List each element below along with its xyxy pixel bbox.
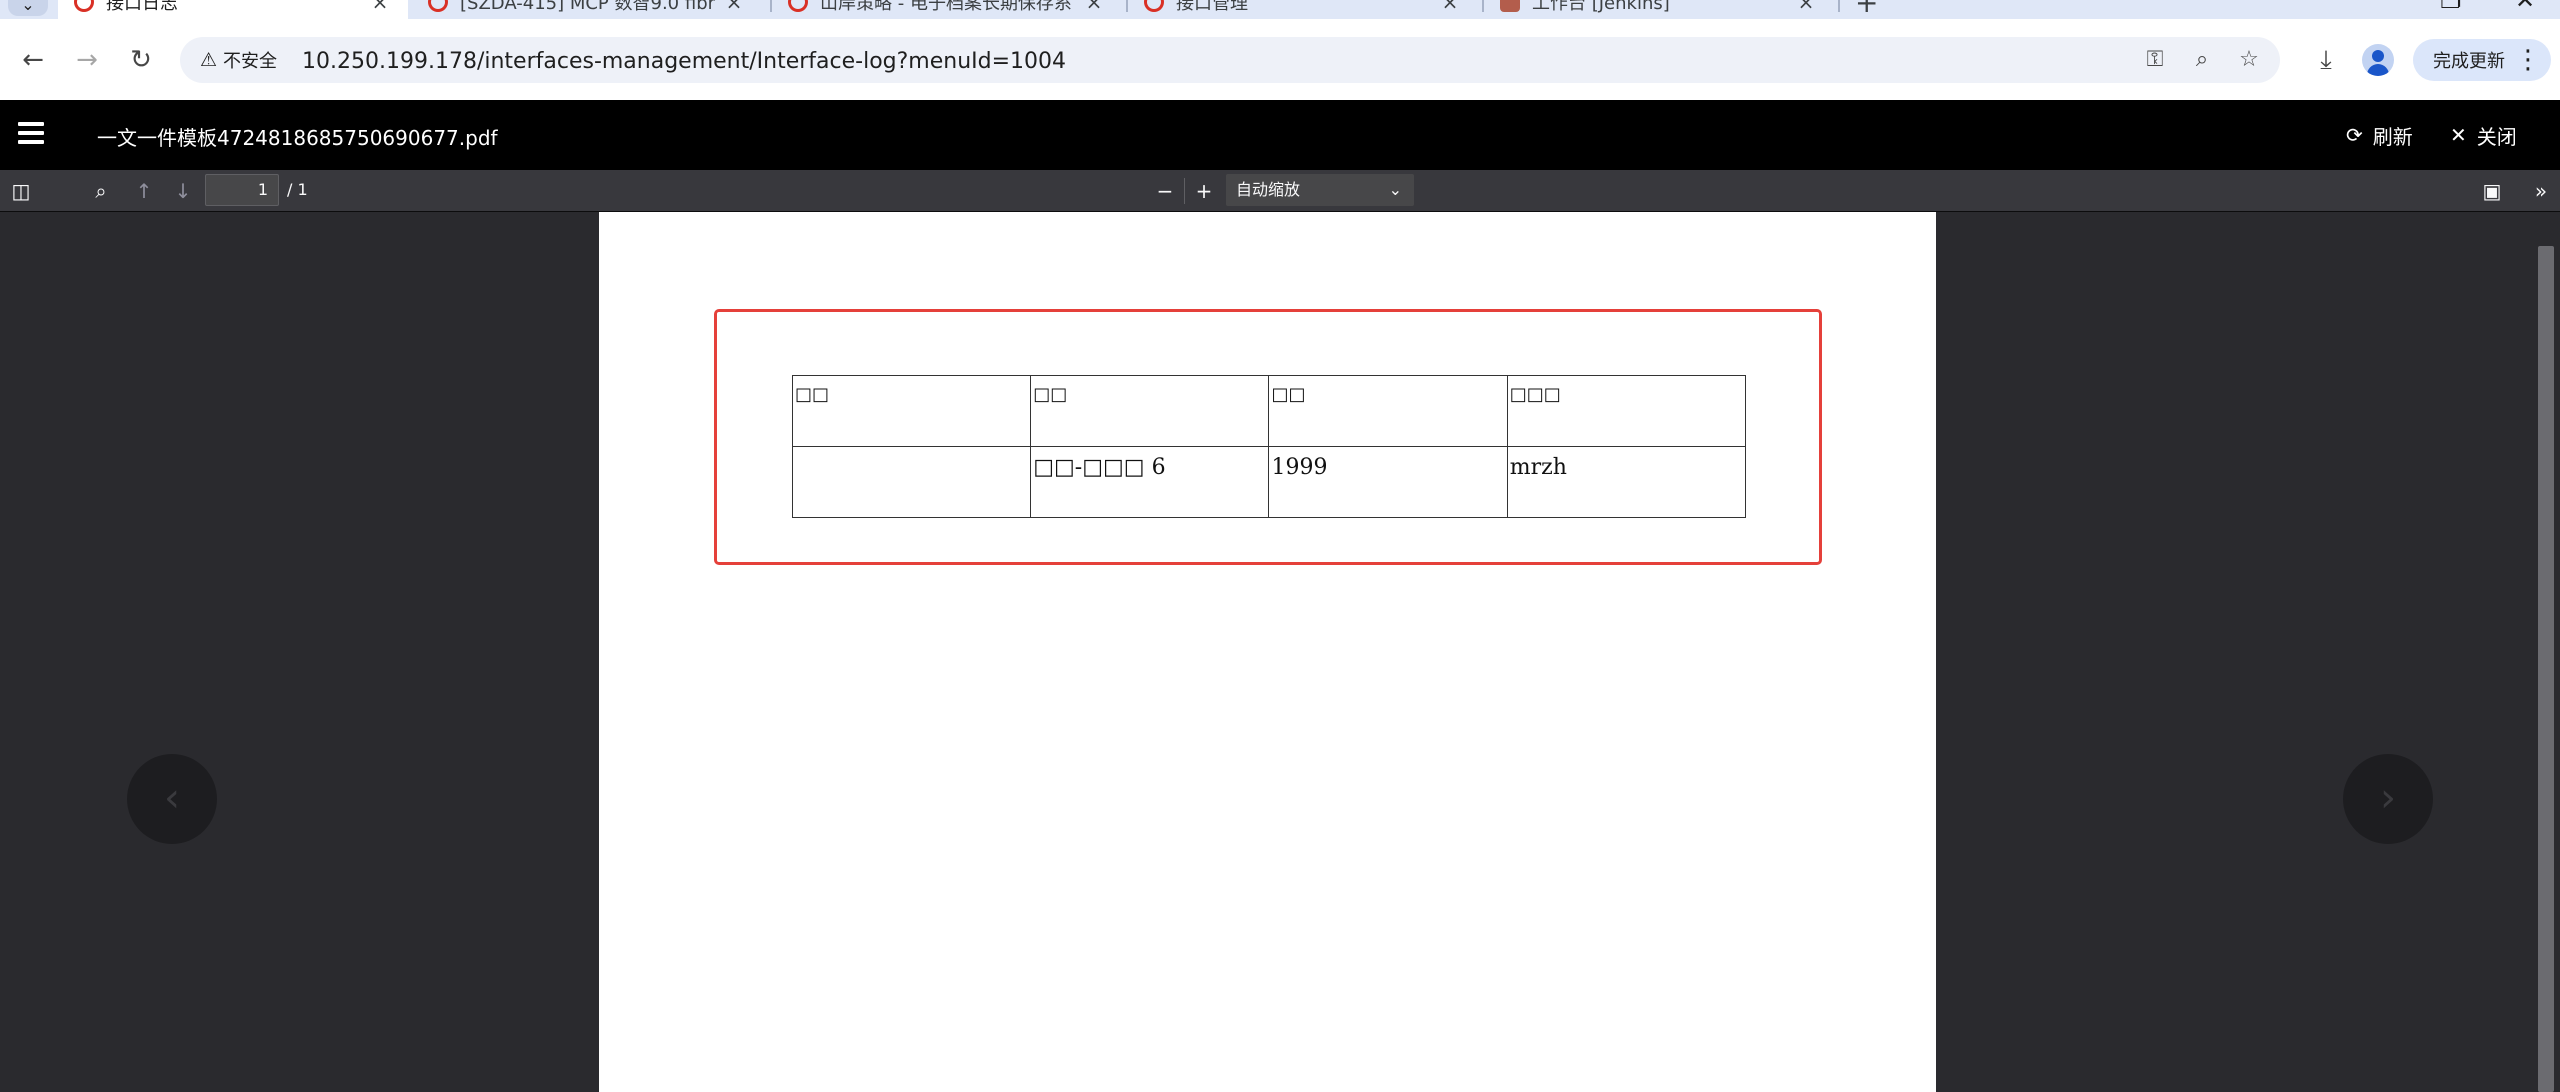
tab-title: 山岸策略 - 电子档案长期保存系 bbox=[820, 0, 1072, 14]
close-icon: ✕ bbox=[2450, 123, 2467, 147]
next-page-icon[interactable]: ↓ bbox=[168, 176, 198, 206]
zoom-out-icon[interactable]: − bbox=[1150, 176, 1180, 206]
tab-title: 接口日志 bbox=[106, 0, 178, 14]
security-indicator[interactable]: ⚠ 不安全 bbox=[194, 46, 283, 74]
tools-menu-icon[interactable]: » bbox=[2526, 176, 2556, 206]
page-total: / 1 bbox=[287, 180, 308, 199]
page-number-input[interactable]: 1 bbox=[205, 174, 279, 206]
pdf-table: □□ □□ □□ □□□ □□-□□□ 6 1999 mrzh bbox=[791, 375, 1747, 518]
previous-page-icon[interactable]: ↑ bbox=[129, 176, 159, 206]
preview-header: 一文一件模板4724818685750690677.pdf ⟳ 刷新 ✕ 关闭 bbox=[0, 100, 2560, 170]
pdf-toolbar: ◫ ⌕ ↑ ↓ 1 / 1 − + 自动缩放 ⌄ ▣ » bbox=[0, 170, 2560, 212]
next-file-arrow-icon[interactable]: › bbox=[2343, 754, 2433, 844]
tab-favicon-icon bbox=[74, 0, 94, 12]
table-cell: □□ bbox=[1268, 375, 1508, 447]
pdf-page: □□ □□ □□ □□□ □□-□□□ 6 1999 mrzh bbox=[599, 212, 1936, 1092]
presentation-mode-icon[interactable]: ▣ bbox=[2477, 176, 2507, 206]
table-cell: □□ bbox=[791, 375, 1032, 447]
scrollbar-thumb[interactable] bbox=[2538, 246, 2554, 1092]
bookmark-star-icon[interactable]: ☆ bbox=[2234, 45, 2264, 75]
chevron-down-icon: ⌄ bbox=[1388, 180, 1402, 199]
browser-tab-interface-log[interactable]: 接口日志 × bbox=[58, 0, 408, 19]
reload-icon[interactable]: ↻ bbox=[122, 41, 160, 79]
update-label: 完成更新 bbox=[2433, 51, 2505, 72]
refresh-icon: ⟳ bbox=[2346, 123, 2363, 147]
back-arrow-icon[interactable]: ← bbox=[14, 41, 52, 79]
tab-title: 工作台 [Jenkins] bbox=[1532, 0, 1670, 14]
refresh-button[interactable]: ⟳ 刷新 bbox=[2346, 120, 2413, 150]
browser-toolbar: ← → ↻ ⚠ 不安全 10.250.199.178/interfaces-ma… bbox=[0, 19, 2560, 100]
document-title: 一文一件模板4724818685750690677.pdf bbox=[97, 126, 498, 150]
table-cell: 1999 bbox=[1268, 446, 1508, 518]
previous-file-arrow-icon[interactable]: ‹ bbox=[127, 754, 217, 844]
tab-title: [SZDA-415] MCP 数智9.0 fibr bbox=[460, 0, 716, 14]
table-cell bbox=[791, 446, 1032, 518]
zoom-icon[interactable]: ⌕ bbox=[2187, 45, 2217, 75]
new-tab-icon[interactable]: + bbox=[1855, 0, 1878, 19]
jenkins-favicon-icon bbox=[1500, 0, 1520, 12]
tab-close-icon[interactable]: × bbox=[724, 0, 744, 14]
forward-arrow-icon[interactable]: → bbox=[68, 41, 106, 79]
tab-close-icon[interactable]: × bbox=[1796, 0, 1816, 14]
warning-icon: ⚠ bbox=[200, 49, 218, 71]
profile-avatar[interactable] bbox=[2362, 44, 2394, 76]
download-icon[interactable]: ⤓ bbox=[2309, 43, 2343, 77]
tab-separator bbox=[1838, 0, 1840, 12]
security-label: 不安全 bbox=[223, 51, 278, 72]
browser-tab-strategy[interactable]: 山岸策略 - 电子档案长期保存系 × bbox=[772, 0, 1122, 19]
table-cell: □□-□□□ 6 bbox=[1030, 446, 1270, 518]
sidebar-toggle-icon[interactable]: ◫ bbox=[6, 176, 36, 206]
browser-tab-jira[interactable]: [SZDA-415] MCP 数智9.0 fibr × bbox=[412, 0, 762, 19]
table-cell: □□□ bbox=[1506, 375, 1747, 447]
search-icon[interactable]: ⌕ bbox=[86, 176, 116, 206]
browser-tab-jenkins[interactable]: 工作台 [Jenkins] × bbox=[1484, 0, 1834, 19]
tab-favicon-icon bbox=[788, 0, 808, 12]
table-row: □□ □□ □□ □□□ bbox=[791, 375, 1747, 447]
close-button[interactable]: ✕ 关闭 bbox=[2450, 120, 2517, 150]
tab-title: 接口管理 bbox=[1176, 0, 1248, 14]
toolbar-divider bbox=[1184, 178, 1185, 204]
restore-window-icon[interactable]: ❐ bbox=[2440, 0, 2462, 14]
refresh-label: 刷新 bbox=[2372, 124, 2413, 149]
zoom-in-icon[interactable]: + bbox=[1189, 176, 1219, 206]
pdf-viewer-canvas[interactable]: □□ □□ □□ □□□ □□-□□□ 6 1999 mrzh ‹ › bbox=[0, 212, 2560, 1092]
close-window-icon[interactable]: ✕ bbox=[2515, 0, 2535, 14]
update-button[interactable]: 完成更新 ⋮ bbox=[2413, 39, 2551, 81]
tab-close-icon[interactable]: × bbox=[370, 0, 390, 14]
browser-tab-interface-mgmt[interactable]: 接口管理 × bbox=[1128, 0, 1478, 19]
tab-favicon-icon bbox=[1144, 0, 1164, 12]
table-cell: mrzh bbox=[1506, 446, 1747, 518]
zoom-value: 自动缩放 bbox=[1236, 180, 1301, 199]
more-menu-icon[interactable]: ⋮ bbox=[2515, 43, 2541, 77]
tab-favicon-icon bbox=[428, 0, 448, 12]
table-row: □□-□□□ 6 1999 mrzh bbox=[791, 446, 1747, 518]
table-cell: □□ bbox=[1030, 375, 1270, 447]
zoom-select[interactable]: 自动缩放 ⌄ bbox=[1226, 174, 1414, 206]
tab-close-icon[interactable]: × bbox=[1084, 0, 1104, 14]
url-text[interactable]: 10.250.199.178/interfaces-management/Int… bbox=[302, 49, 1066, 74]
tab-close-icon[interactable]: × bbox=[1440, 0, 1460, 14]
browser-tab-strip: ⌄ 接口日志 × [SZDA-415] MCP 数智9.0 fibr × 山岸策… bbox=[0, 0, 2560, 19]
close-label: 关闭 bbox=[2476, 124, 2517, 149]
password-key-icon[interactable]: ⚿ bbox=[2140, 45, 2170, 75]
tab-search-icon[interactable]: ⌄ bbox=[8, 0, 48, 16]
menu-icon[interactable] bbox=[18, 122, 44, 146]
address-bar[interactable]: ⚠ 不安全 10.250.199.178/interfaces-manageme… bbox=[180, 37, 2280, 83]
